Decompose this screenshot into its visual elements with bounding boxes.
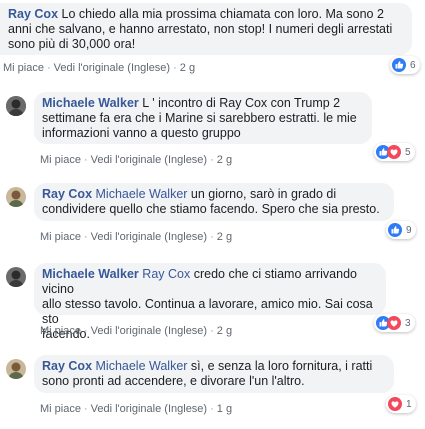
separator-dot: ·	[83, 403, 88, 415]
mention-link[interactable]: Ray Cox	[142, 267, 190, 281]
see-original-link[interactable]: Vedi l'originale (Inglese)	[91, 325, 207, 337]
avatar[interactable]	[6, 359, 26, 379]
comment-4: Michaele Walker Ray Cox credo che ci sti…	[0, 263, 425, 343]
reaction-count: 1	[406, 398, 412, 410]
comment-time[interactable]: 2 g	[217, 325, 232, 337]
comment-time[interactable]: 2 g	[217, 231, 232, 243]
comment-actions: Mi piace · Vedi l'originale (Inglese) · 1 g	[40, 403, 232, 415]
comment-time[interactable]: 2 g	[180, 62, 195, 74]
comment-2: Michaele Walker L ' incontro di Ray Cox …	[0, 92, 425, 172]
comment-text-line: sono più di 30,000 ora!	[8, 37, 136, 51]
see-original-link[interactable]: Vedi l'originale (Inglese)	[91, 231, 207, 243]
comment-text-line: settimane fa era che i Marine si sarebbe…	[42, 111, 357, 125]
reactions-badge[interactable]: 1	[386, 395, 416, 413]
like-link[interactable]: Mi piace	[40, 403, 81, 415]
comment-author[interactable]: Ray Cox	[42, 359, 92, 373]
comment-author[interactable]: Ray Cox	[8, 7, 58, 21]
comment-actions: Mi piace · Vedi l'originale (Inglese) · 2 g	[40, 154, 232, 166]
reactions-badge[interactable]: 6	[390, 56, 420, 74]
like-link[interactable]: Mi piace	[40, 325, 81, 337]
like-link[interactable]: Mi piace	[3, 62, 44, 74]
separator-dot: ·	[173, 62, 177, 74]
avatar[interactable]	[6, 267, 26, 287]
comment-1: Ray Cox Lo chiedo alla mia prossima chia…	[0, 0, 425, 80]
reaction-count: 3	[405, 317, 411, 329]
like-link[interactable]: Mi piace	[40, 154, 81, 166]
comment-actions: Mi piace · Vedi l'originale (Inglese) · 2 g	[40, 325, 232, 337]
see-original-link[interactable]: Vedi l'originale (Inglese)	[91, 403, 207, 415]
separator-dot: ·	[210, 231, 214, 243]
comment-text-line: L ' incontro di Ray Cox con Trump 2	[138, 96, 341, 110]
comment-text-line: sono pronti ad accendere, e divorare l'u…	[42, 374, 305, 388]
separator-dot: ·	[83, 154, 88, 166]
reactions-badge[interactable]: 5	[374, 143, 415, 161]
comment-bubble: Michaele Walker L ' incontro di Ray Cox …	[34, 92, 372, 144]
comment-actions: Mi piace · Vedi l'originale (Inglese) · 2 g	[40, 231, 232, 243]
love-reaction-icon	[388, 397, 402, 411]
love-reaction-icon	[387, 316, 401, 330]
comment-author[interactable]: Michaele Walker	[42, 267, 139, 281]
comment-bubble: Ray Cox Lo chiedo alla mia prossima chia…	[0, 3, 412, 55]
comment-bubble: Ray Cox Michaele Walker sì, e senza la l…	[34, 355, 394, 393]
comment-actions: Mi piace · Vedi l'originale (Inglese) · 2 g	[3, 62, 195, 74]
comment-time[interactable]: 2 g	[217, 154, 232, 166]
avatar[interactable]	[6, 187, 26, 207]
comment-text-line: condividere quello che stiamo facendo. S…	[42, 202, 380, 216]
comment-3: Ray Cox Michaele Walker un giorno, sarò …	[0, 183, 425, 253]
reactions-badge[interactable]: 9	[386, 221, 416, 239]
separator-dot: ·	[46, 62, 51, 74]
reactions-badge[interactable]: 3	[374, 314, 415, 332]
see-original-link[interactable]: Vedi l'originale (Inglese)	[54, 62, 170, 74]
comment-text-line: sì, e senza la loro fornitura, i ratti	[187, 359, 373, 373]
comment-author[interactable]: Ray Cox	[42, 187, 92, 201]
comment-text-line: allo stesso tavolo. Continua a lavorare,…	[42, 297, 373, 326]
love-reaction-icon	[387, 145, 401, 159]
comment-text-line: informazioni vanno a questo gruppo	[42, 126, 241, 140]
separator-dot: ·	[210, 154, 214, 166]
like-link[interactable]: Mi piace	[40, 231, 81, 243]
separator-dot: ·	[210, 403, 214, 415]
separator-dot: ·	[210, 325, 214, 337]
avatar[interactable]	[6, 96, 26, 116]
mention-link[interactable]: Michaele Walker	[96, 359, 188, 373]
separator-dot: ·	[83, 325, 88, 337]
comment-text-line: Lo chiedo alla mia prossima chiamata con…	[58, 7, 384, 21]
comment-text-line: anni che salvano, e hanno arrestato, non…	[8, 22, 393, 36]
like-reaction-icon	[388, 223, 402, 237]
like-reaction-icon	[392, 58, 406, 72]
reaction-count: 5	[405, 146, 411, 158]
mention-link[interactable]: Michaele Walker	[96, 187, 188, 201]
comment-bubble: Ray Cox Michaele Walker un giorno, sarò …	[34, 183, 394, 221]
comment-bubble: Michaele Walker Ray Cox credo che ci sti…	[34, 263, 386, 341]
comment-author[interactable]: Michaele Walker	[42, 96, 139, 110]
comment-5: Ray Cox Michaele Walker sì, e senza la l…	[0, 355, 425, 427]
see-original-link[interactable]: Vedi l'originale (Inglese)	[91, 154, 207, 166]
reaction-count: 9	[406, 224, 412, 236]
reaction-count: 6	[410, 59, 416, 71]
comment-text-line: un giorno, sarò in grado di	[187, 187, 337, 201]
comment-time[interactable]: 1 g	[217, 403, 232, 415]
separator-dot: ·	[83, 231, 88, 243]
